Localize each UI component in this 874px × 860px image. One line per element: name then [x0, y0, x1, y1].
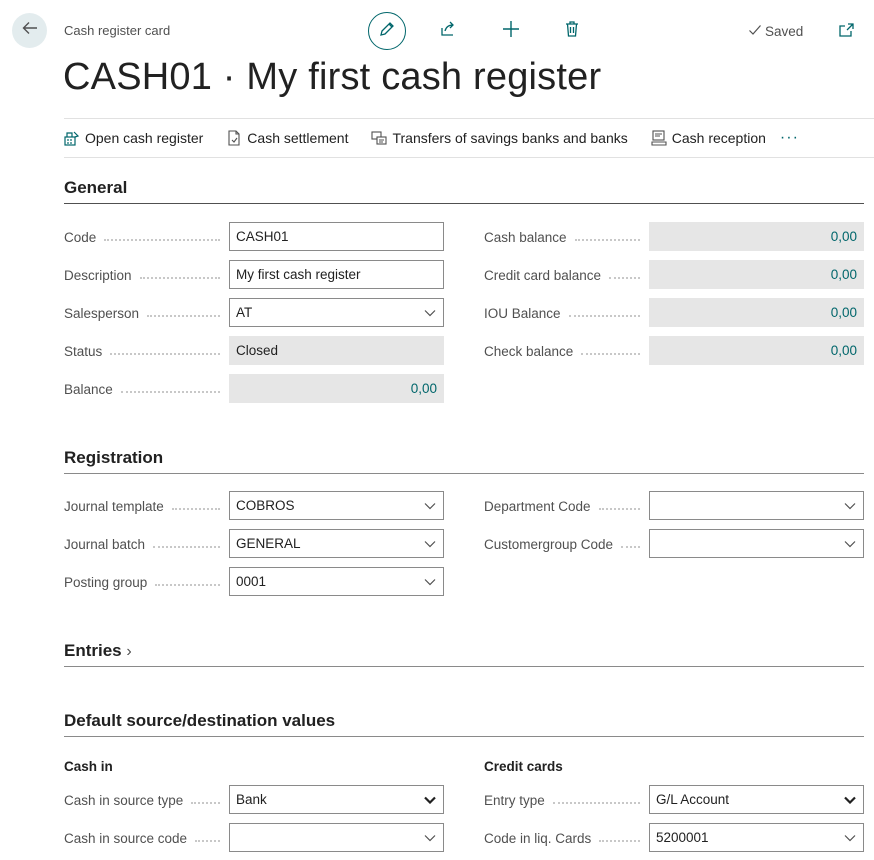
- back-button[interactable]: [12, 13, 47, 48]
- code-field[interactable]: CASH01: [229, 222, 444, 251]
- section-entries-header[interactable]: Entries ›: [64, 641, 864, 667]
- cash-in-source-code-label: Cash in source code: [64, 831, 220, 846]
- customergroup-code-field[interactable]: [649, 529, 864, 558]
- chevron-down-icon: [423, 575, 437, 589]
- code-liq-cards-label: Code in liq. Cards: [484, 831, 640, 846]
- posting-group-field[interactable]: 0001: [229, 567, 444, 596]
- chevron-down-icon: [423, 831, 437, 845]
- chevron-down-icon: [843, 537, 857, 551]
- page-kind-label: Cash register card: [64, 23, 171, 38]
- iou-balance-label: IOU Balance: [484, 306, 640, 321]
- trash-icon: [563, 20, 581, 43]
- transfer-icon: [371, 130, 388, 146]
- document-icon: [226, 130, 242, 146]
- action-label: Cash settlement: [247, 130, 349, 146]
- action-bar: Open cash register Cash settlement Trans…: [64, 118, 874, 158]
- cash-in-subheader: Cash in: [64, 759, 113, 774]
- chevron-down-icon: [843, 831, 857, 845]
- share-button[interactable]: [430, 13, 466, 49]
- journal-batch-label: Journal batch: [64, 537, 220, 552]
- posting-group-label: Posting group: [64, 575, 220, 590]
- chevron-down-icon: [423, 793, 437, 807]
- action-cash-settlement[interactable]: Cash settlement: [226, 130, 348, 146]
- balance-label: Balance: [64, 382, 220, 397]
- new-button[interactable]: [493, 13, 529, 49]
- check-balance-label: Check balance: [484, 344, 640, 359]
- section-defaults-header[interactable]: Default source/destination values: [64, 711, 864, 737]
- share-icon: [439, 20, 457, 43]
- more-actions-button[interactable]: ···: [780, 129, 799, 147]
- open-register-icon: [64, 130, 80, 146]
- popout-icon: [838, 23, 856, 43]
- entry-type-select[interactable]: G/L Account: [649, 785, 864, 814]
- chevron-down-icon: [843, 499, 857, 513]
- section-registration-header[interactable]: Registration: [64, 448, 864, 474]
- journal-template-field[interactable]: COBROS: [229, 491, 444, 520]
- chevron-down-icon: [423, 537, 437, 551]
- action-label: Transfers of savings banks and banks: [392, 130, 628, 146]
- check-balance-field[interactable]: 0,00: [649, 336, 864, 365]
- code-liq-cards-field[interactable]: 5200001: [649, 823, 864, 852]
- chevron-down-icon: [423, 306, 437, 320]
- chevron-right-icon: ›: [126, 643, 132, 660]
- arrow-left-icon: [21, 19, 39, 42]
- saved-status: Saved: [748, 23, 803, 40]
- credit-card-balance-label: Credit card balance: [484, 268, 640, 283]
- entries-title: Entries: [64, 641, 122, 660]
- pencil-icon: [378, 20, 396, 43]
- department-code-label: Department Code: [484, 499, 640, 514]
- reception-icon: [651, 130, 667, 146]
- delete-button[interactable]: [554, 13, 590, 49]
- balance-field[interactable]: 0,00: [229, 374, 444, 403]
- chevron-down-icon: [843, 793, 857, 807]
- journal-batch-field[interactable]: GENERAL: [229, 529, 444, 558]
- page-title: CASH01 · My first cash register: [63, 56, 602, 98]
- checkmark-icon: [748, 23, 762, 40]
- cash-in-source-code-field[interactable]: [229, 823, 444, 852]
- open-new-window-button[interactable]: [838, 21, 856, 44]
- code-label: Code: [64, 230, 220, 245]
- action-label: Cash reception: [671, 130, 766, 146]
- cash-in-source-type-label: Cash in source type: [64, 793, 220, 808]
- salesperson-label: Salesperson: [64, 306, 220, 321]
- plus-icon: [502, 20, 520, 43]
- status-label: Status: [64, 344, 220, 359]
- journal-template-label: Journal template: [64, 499, 220, 514]
- status-field: Closed: [229, 336, 444, 365]
- chevron-down-icon: [423, 499, 437, 513]
- cash-balance-field[interactable]: 0,00: [649, 222, 864, 251]
- cash-in-source-type-select[interactable]: Bank: [229, 785, 444, 814]
- iou-balance-field[interactable]: 0,00: [649, 298, 864, 327]
- action-label: Open cash register: [85, 130, 204, 146]
- cash-balance-label: Cash balance: [484, 230, 640, 245]
- description-field[interactable]: My first cash register: [229, 260, 444, 289]
- action-cash-reception[interactable]: Cash reception: [651, 130, 766, 146]
- description-label: Description: [64, 268, 220, 283]
- saved-label: Saved: [765, 24, 804, 39]
- credit-cards-subheader: Credit cards: [484, 759, 563, 774]
- customergroup-code-label: Customergroup Code: [484, 537, 640, 552]
- action-open-cash-register[interactable]: Open cash register: [64, 130, 203, 146]
- department-code-field[interactable]: [649, 491, 864, 520]
- salesperson-field[interactable]: AT: [229, 298, 444, 327]
- credit-card-balance-field[interactable]: 0,00: [649, 260, 864, 289]
- action-transfers[interactable]: Transfers of savings banks and banks: [371, 130, 628, 146]
- section-general-header[interactable]: General: [64, 178, 864, 204]
- edit-button[interactable]: [368, 12, 406, 50]
- entry-type-label: Entry type: [484, 793, 640, 808]
